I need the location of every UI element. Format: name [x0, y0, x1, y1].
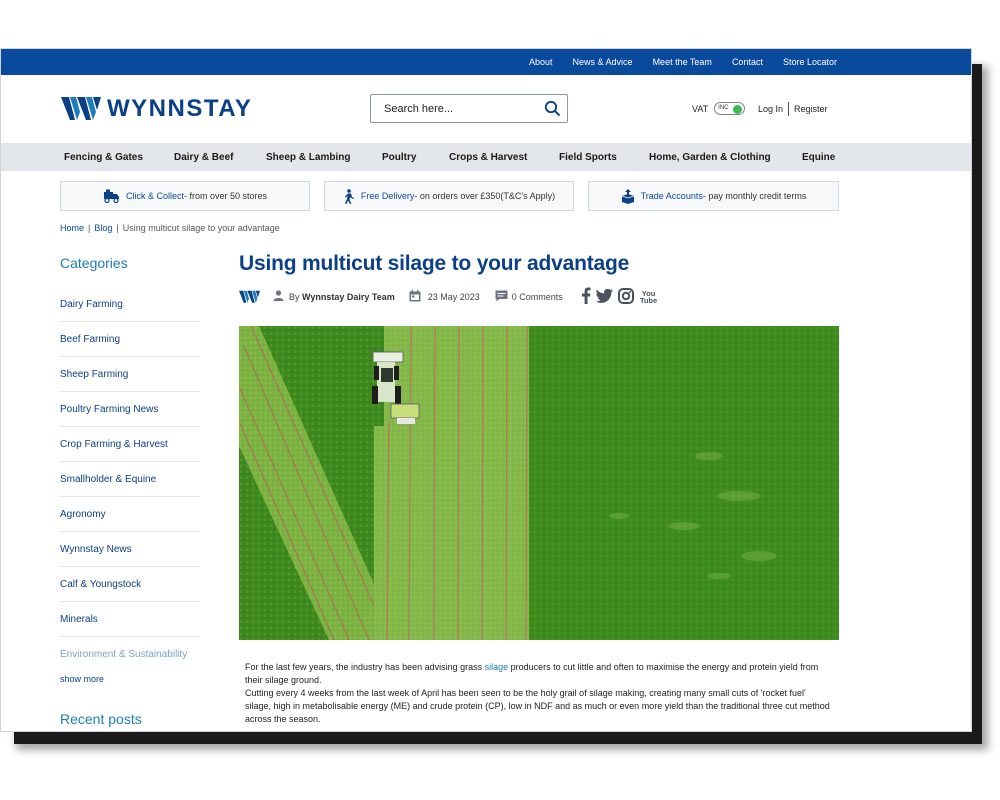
nav-crops-harvest[interactable]: Crops & Harvest	[449, 152, 527, 163]
top-utility-bar: About News & Advice Meet the Team Contac…	[1, 49, 971, 75]
comments-icon	[495, 290, 508, 304]
topnav-about[interactable]: About	[529, 57, 553, 67]
wynnstay-mark-icon	[61, 97, 101, 120]
category-item[interactable]: Environment & Sustainability	[60, 637, 200, 672]
user-icon	[273, 290, 284, 303]
site-header: WYNNSTAY VAT INC Log In Register	[1, 75, 971, 143]
youtube-icon[interactable]: You Tube	[639, 289, 658, 305]
article-meta: By Wynnstay Dairy Team 23 May 2023 0 Com…	[239, 287, 657, 306]
nav-sheep-lambing[interactable]: Sheep & Lambing	[266, 152, 350, 163]
benefit-text: - from over 50 stores	[183, 191, 268, 201]
browser-page: About News & Advice Meet the Team Contac…	[0, 48, 972, 732]
category-item[interactable]: Poultry Farming News	[60, 392, 200, 427]
topnav-news-advice[interactable]: News & Advice	[573, 57, 633, 67]
brand-wordmark: WYNNSTAY	[107, 95, 253, 122]
recent-posts-heading: Recent posts	[60, 711, 142, 727]
divider	[788, 102, 790, 116]
article-body: For the last few years, the industry has…	[245, 661, 833, 726]
category-item[interactable]: Crop Farming & Harvest	[60, 427, 200, 462]
social-share: You Tube	[581, 287, 657, 306]
article-paragraph: For the last few years, the industry has…	[245, 661, 833, 687]
article-author: By Wynnstay Dairy Team	[289, 292, 395, 302]
youtube-text-bottom: Tube	[639, 295, 658, 305]
comments-count[interactable]: 0 Comments	[512, 292, 563, 302]
category-item[interactable]: Agronomy	[60, 497, 200, 532]
categories-sidebar: Categories Dairy Farming Beef Farming Sh…	[60, 255, 200, 727]
benefit-text: - pay monthly credit terms	[702, 191, 807, 201]
truck-icon	[103, 189, 120, 203]
category-item[interactable]: Beef Farming	[60, 322, 200, 357]
author-prefix: By	[289, 291, 300, 302]
breadcrumb-separator: |	[88, 223, 91, 233]
account-links: Log In Register	[758, 102, 828, 116]
show-more-link[interactable]: show more	[60, 674, 200, 684]
nav-equine[interactable]: Equine	[802, 152, 835, 163]
category-item[interactable]: Dairy Farming	[60, 287, 200, 322]
breadcrumb-home[interactable]: Home	[60, 223, 84, 233]
nav-dairy-beef[interactable]: Dairy & Beef	[174, 152, 233, 163]
facebook-icon[interactable]	[581, 287, 591, 306]
topnav-contact[interactable]: Contact	[732, 57, 763, 67]
register-link[interactable]: Register	[794, 104, 828, 114]
search-box[interactable]	[370, 94, 568, 123]
main-navigation: Fencing & Gates Dairy & Beef Sheep & Lam…	[1, 143, 971, 171]
topnav-meet-the-team[interactable]: Meet the Team	[653, 57, 712, 67]
nav-home-garden-clothing[interactable]: Home, Garden & Clothing	[649, 152, 771, 163]
benefit-title: Free Delivery	[360, 191, 415, 201]
benefit-free-delivery[interactable]: Free Delivery - on orders over £350(T&C's…	[324, 181, 574, 211]
trade-box-icon	[621, 188, 635, 204]
breadcrumb-current: Using multicut silage to your advantage	[122, 223, 280, 233]
field-aerial-illustration	[239, 326, 839, 640]
silage-link[interactable]: silage	[485, 662, 509, 672]
benefit-click-collect[interactable]: Click & Collect - from over 50 stores	[60, 181, 310, 211]
calendar-icon	[409, 289, 421, 304]
article-title: Using multicut silage to your advantage	[239, 252, 630, 275]
vat-label: VAT	[692, 103, 709, 114]
brand-logo[interactable]: WYNNSTAY	[61, 95, 252, 123]
category-item[interactable]: Wynnstay News	[60, 532, 200, 567]
article-hero-image	[239, 326, 839, 640]
benefit-text: - on orders over £350(T&C's Apply)	[414, 191, 556, 201]
search-icon[interactable]	[544, 100, 561, 122]
benefit-trade-accounts[interactable]: Trade Accounts - pay monthly credit terms	[588, 181, 839, 211]
benefit-title: Click & Collect	[125, 191, 184, 201]
article-paragraph: Cutting every 4 weeks from the last week…	[245, 688, 830, 724]
vat-toggle-group: VAT INC	[692, 102, 746, 115]
search-input[interactable]	[384, 102, 534, 115]
benefit-title: Trade Accounts	[640, 191, 703, 201]
breadcrumb-separator: |	[116, 223, 119, 233]
login-link[interactable]: Log In	[758, 104, 783, 114]
instagram-icon[interactable]	[617, 287, 634, 306]
categories-heading: Categories	[60, 255, 128, 271]
nav-poultry[interactable]: Poultry	[382, 152, 416, 163]
delivery-person-icon	[343, 188, 355, 204]
category-item[interactable]: Minerals	[60, 602, 200, 637]
vat-toggle-text: INC	[718, 105, 729, 111]
category-item[interactable]: Sheep Farming	[60, 357, 200, 392]
breadcrumb: Home | Blog | Using multicut silage to your …	[60, 223, 280, 233]
article-date: 23 May 2023	[427, 291, 480, 302]
text-run: For the last few years, the industry has…	[245, 662, 485, 672]
benefits-strip: Click & Collect - from over 50 stores Fre…	[1, 181, 971, 211]
author-name[interactable]: Wynnstay Dairy Team	[302, 292, 395, 302]
nav-field-sports[interactable]: Field Sports	[559, 152, 617, 163]
vat-toggle[interactable]: INC	[714, 102, 746, 115]
toggle-knob	[733, 104, 743, 114]
category-item[interactable]: Calf & Youngstock	[60, 567, 200, 602]
nav-fencing-gates[interactable]: Fencing & Gates	[64, 152, 143, 163]
wynnstay-mark-icon	[239, 290, 260, 303]
breadcrumb-blog[interactable]: Blog	[94, 223, 112, 233]
topnav-store-locator[interactable]: Store Locator	[783, 57, 837, 67]
category-item[interactable]: Smallholder & Equine	[60, 462, 200, 497]
twitter-icon[interactable]	[595, 288, 613, 305]
